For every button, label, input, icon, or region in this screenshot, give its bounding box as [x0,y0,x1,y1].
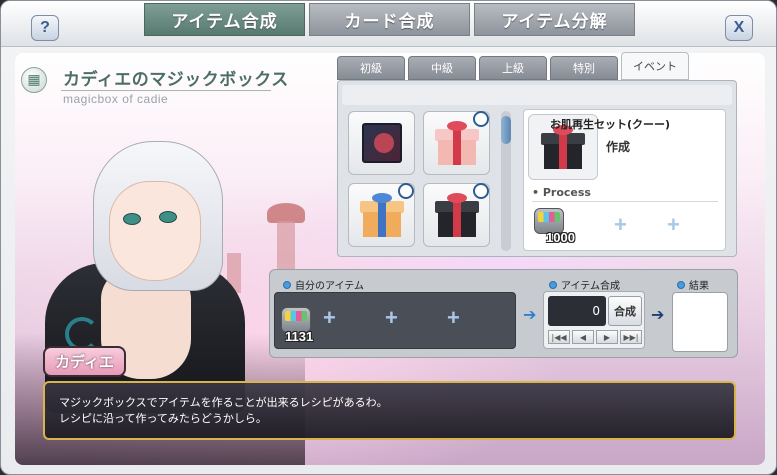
tab-beginner[interactable]: 初級 [337,56,405,80]
magicbox-subtitle: magicbox of cadie [63,92,169,106]
my-items-label: 自分のアイテム [283,277,364,292]
timer-icon [472,183,489,199]
castle-roof [267,203,305,223]
process-divider [532,201,718,202]
main-tabs: アイテム合成 カード合成 アイテム分解 [144,3,635,36]
bullet-icon [677,280,685,289]
my-item-count: 1131 [285,329,314,344]
title-underline [61,90,271,91]
tab-special[interactable]: 特別 [550,56,618,80]
recipe-slot[interactable] [348,111,415,175]
plus-icon: + [667,212,680,237]
plus-icon: + [447,305,460,330]
tab-event[interactable]: イベント [621,52,689,80]
recipe-detail: お肌再生セット(クーー) 作成 • Process 1000 + + [523,109,726,251]
first-page-button[interactable]: |◀◀ [548,330,570,344]
dialog-line-1: マジックボックスでアイテムを作ることが出来るレシピがあるわ。 [59,396,388,409]
next-button[interactable]: ▶ [596,330,618,344]
tab-item-decompose[interactable]: アイテム分解 [474,3,635,36]
tab-intermediate[interactable]: 中級 [408,56,476,80]
character-eye-right [159,211,177,223]
magicbox-title: カディエのマジックボックス [63,70,289,90]
result-label: 結果 [677,277,709,292]
black-gift-box-icon [434,183,489,237]
recipe-slot[interactable] [348,183,415,247]
craft-label-text: アイテム合成 [561,281,620,292]
recipe-slot[interactable] [423,183,490,247]
plus-icon: + [323,305,336,330]
scrollbar-thumb[interactable] [501,116,511,144]
character-face [109,181,201,281]
dialog-box[interactable]: マジックボックスでアイテムを作ることが出来るレシピがあるわ。 レシピに沿って作っ… [43,381,736,440]
red-ribbon-gift-icon [434,111,489,165]
magicbox-window: ? X アイテム合成 カード合成 アイテム分解 ▦ カディエのマジックボックス … [0,0,777,475]
timer-icon [397,183,414,199]
prev-button[interactable]: ◀ [572,330,594,344]
category-tabs: 初級 中級 上級 特別 イベント [337,52,689,80]
craft-button[interactable]: 合成 [608,296,642,326]
last-page-button[interactable]: ▶▶| [620,330,642,344]
gift-icon: ▦ [21,67,47,93]
quantity-display: 0 [548,296,606,326]
arrow-right-icon: ➔ [651,305,665,324]
dark-emblem-icon [361,123,402,163]
bullet-icon [283,280,291,289]
recipe-slot[interactable] [423,111,490,175]
blue-ribbon-gift-icon [359,183,414,237]
bullet-icon [549,280,557,289]
recipe-header-bar [342,85,732,105]
plus-icon: + [385,305,398,330]
recipe-grid [344,111,504,253]
make-label: 作成 [606,140,631,154]
arrow-right-icon: ➔ [523,305,537,324]
help-button[interactable]: ? [31,15,59,41]
my-items-slots[interactable]: 1131 + + + [274,292,516,349]
craft-controls: 0 合成 |◀◀ ◀ ▶ ▶▶| [543,291,645,349]
character-eye-left [123,213,141,225]
process-item-count: 1000 [546,230,575,245]
tab-item-synthesis[interactable]: アイテム合成 [144,3,305,36]
recipe-item-name: お肌再生セット(クーー) [550,118,671,131]
tab-card-synthesis[interactable]: カード合成 [309,3,470,36]
my-items-text: 自分のアイテム [295,281,364,292]
tab-advanced[interactable]: 上級 [479,56,547,80]
recipe-scrollbar[interactable] [501,111,511,251]
dialog-line-2: レシピに沿って作ってみたらどうかしら。 [59,412,267,425]
plus-icon: + [614,212,627,237]
craft-label: アイテム合成 [549,277,620,292]
result-label-text: 結果 [689,281,709,292]
timer-icon [472,111,489,127]
process-label: • Process [532,186,591,199]
result-slot[interactable] [672,292,728,352]
speaker-name-badge: カディエ [43,346,126,377]
close-button[interactable]: X [725,15,753,41]
